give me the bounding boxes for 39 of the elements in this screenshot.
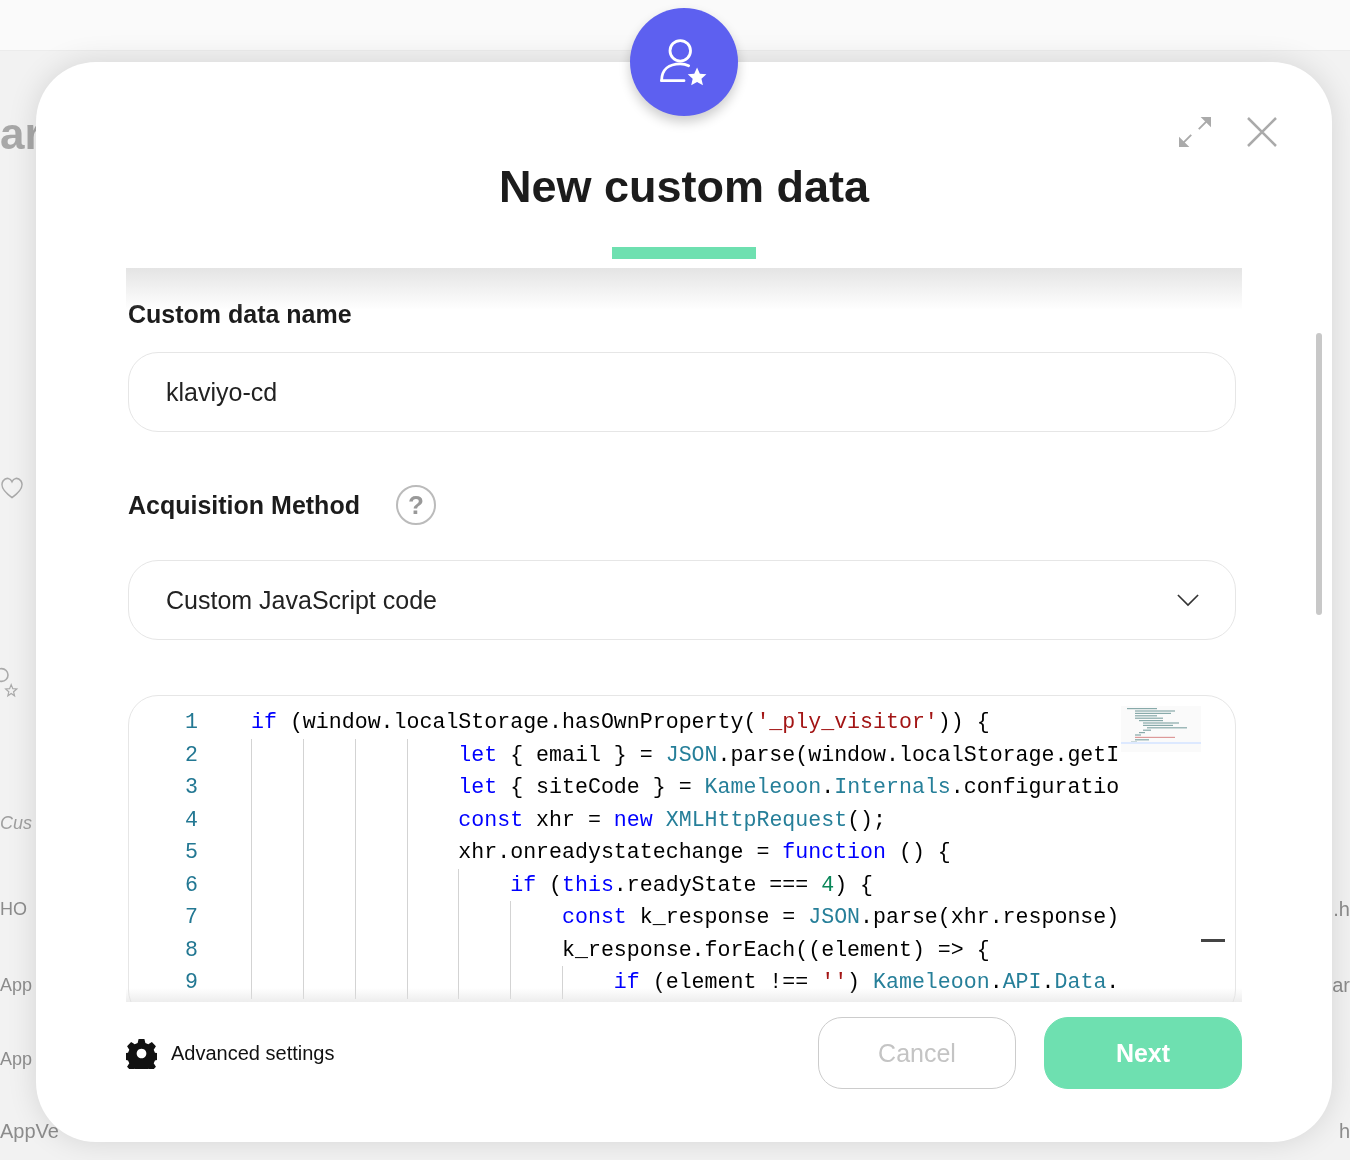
code-line: xhr.onreadystatechange = function () { bbox=[251, 836, 951, 869]
code-line: let { email } = JSON.parse(window.localStorage.getI bbox=[251, 738, 1119, 771]
code-line: let { siteCode } = Kameleoon.Internals.configuratio bbox=[251, 771, 1119, 804]
scrollbar[interactable] bbox=[1316, 333, 1322, 615]
line-number: 6 bbox=[184, 872, 199, 897]
field-label: Custom data name bbox=[128, 300, 353, 328]
background-text: App bbox=[0, 974, 33, 997]
line-number: 8 bbox=[184, 937, 199, 962]
code-line: if (element !== '') Kameleoon.API.Data. bbox=[251, 966, 1119, 999]
advanced-settings-link[interactable]: Advanced settings bbox=[171, 1041, 335, 1065]
line-number: 3 bbox=[184, 775, 199, 800]
chevron-down-icon bbox=[1177, 593, 1199, 607]
code-line: const k_response = JSON.parse(xhr.response) bbox=[251, 901, 1119, 934]
dialog-title: New custom data bbox=[498, 160, 870, 214]
background-text: HO bbox=[0, 898, 27, 921]
settings-icon[interactable] bbox=[126, 1037, 157, 1069]
expand-icon[interactable] bbox=[1178, 116, 1212, 148]
scroll-thumb[interactable] bbox=[1201, 939, 1225, 942]
name-field[interactable]: klaviyo-cd bbox=[128, 352, 1236, 432]
method-dropdown[interactable]: Custom JavaScript code bbox=[128, 560, 1236, 640]
line-number: 1 bbox=[184, 710, 199, 735]
code-line: if (this.readyState === 4) { bbox=[251, 868, 874, 901]
line-number: 9 bbox=[184, 970, 199, 995]
code-line: k_response.forEach((element) => { bbox=[251, 933, 990, 966]
background-text: ar bbox=[0, 110, 42, 158]
background-text: .h bbox=[1333, 897, 1350, 922]
line-number: 5 bbox=[184, 840, 199, 865]
line-number: 4 bbox=[184, 807, 199, 832]
line-number: 7 bbox=[184, 905, 199, 930]
background-text: App bbox=[0, 1048, 33, 1071]
line-number: 2 bbox=[184, 742, 199, 767]
background-text: h bbox=[1338, 1119, 1350, 1144]
field-label: Acquisition Method bbox=[128, 491, 360, 519]
background-text: AppVe bbox=[0, 1119, 59, 1144]
code-line: const xhr = new XMLHttpRequest(); bbox=[251, 803, 887, 836]
background-text: ar bbox=[1332, 973, 1350, 998]
code-line: if (window.localStorage.hasOwnProperty('_ply_visitor')) { bbox=[251, 709, 990, 736]
close-icon[interactable] bbox=[1246, 116, 1278, 148]
background-text: Cus bbox=[0, 812, 32, 835]
